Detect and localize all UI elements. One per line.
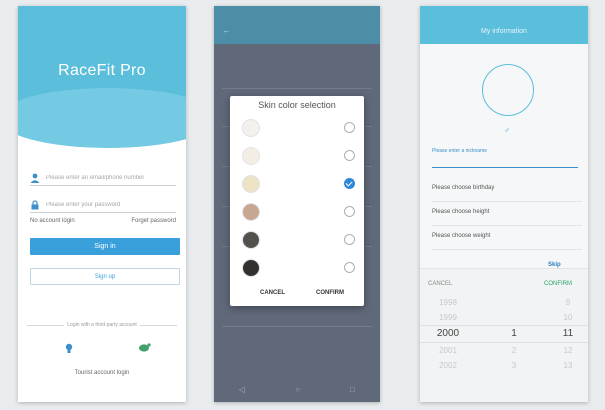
lock-icon <box>30 199 40 210</box>
picker-option[interactable]: 9 <box>548 295 588 310</box>
picker-option[interactable]: 2000 <box>428 325 468 343</box>
date-picker: CANCEL CONFIRM 1998 1999 2000 2001 2002 123 … <box>420 268 588 402</box>
back-arrow-icon[interactable]: ← <box>222 25 231 35</box>
skin-option-row[interactable] <box>230 170 364 198</box>
nav-recents-icon[interactable]: □ <box>350 385 355 394</box>
nav-back-icon[interactable]: ◁ <box>239 385 245 394</box>
picker-option[interactable] <box>494 310 534 325</box>
picker-option[interactable]: 12 <box>548 343 588 358</box>
picker-month-column[interactable]: 123 <box>494 295 534 373</box>
forget-password-link[interactable]: Forget password <box>131 218 176 224</box>
android-nav-bar: ◁ ○ □ <box>214 378 380 400</box>
weight-row[interactable]: Please choose weight <box>432 226 582 250</box>
picker-option[interactable]: 2002 <box>428 358 468 373</box>
skin-swatch <box>242 119 260 137</box>
picker-option[interactable]: 1999 <box>428 310 468 325</box>
skin-option-row[interactable] <box>230 226 364 254</box>
picker-option[interactable]: 10 <box>548 310 588 325</box>
nav-home-icon[interactable]: ○ <box>295 385 300 394</box>
account-input[interactable] <box>46 174 166 181</box>
radio-unchecked-icon[interactable] <box>344 262 355 273</box>
screen3-top-bar: My information <box>420 6 588 44</box>
picker-option[interactable]: 2 <box>494 343 534 358</box>
dialog-confirm-button[interactable]: CONFIRM <box>316 290 344 296</box>
third-party-divider: Login with a third-party account <box>24 322 180 328</box>
background-row-divider <box>222 326 372 327</box>
picker-option[interactable]: 11 <box>548 325 588 343</box>
wechat-icon[interactable] <box>62 342 76 356</box>
picker-day-column[interactable]: 9 10 11 12 13 <box>548 295 588 373</box>
picker-option[interactable]: 2001 <box>428 343 468 358</box>
hero-wave-decoration <box>18 88 186 148</box>
login-options-row: No account login Forget password <box>30 218 176 224</box>
third-party-label: Login with a third-party account <box>67 322 137 328</box>
radio-unchecked-icon[interactable] <box>344 234 355 245</box>
skin-color-dialog: Skin color selection CANCEL CONFIRM <box>230 96 364 306</box>
skip-button[interactable]: Skip <box>548 262 561 268</box>
divider-line-left <box>27 324 65 326</box>
nickname-label: Please enter a nickname <box>432 148 488 154</box>
picker-year-column[interactable]: 1998 1999 2000 2001 2002 <box>428 295 468 373</box>
avatar[interactable] <box>482 64 534 116</box>
tourist-login-link[interactable]: Tourist account login <box>18 370 186 376</box>
picker-option[interactable]: 3 <box>494 358 534 373</box>
skin-option-row[interactable] <box>230 198 364 226</box>
radio-unchecked-icon[interactable] <box>344 150 355 161</box>
account-field[interactable] <box>30 170 176 186</box>
picker-option[interactable]: 1998 <box>428 295 468 310</box>
picker-cancel-button[interactable]: CANCEL <box>428 281 452 287</box>
skin-swatch <box>242 147 260 165</box>
gender-icon[interactable]: ♂ <box>504 126 510 135</box>
skin-swatch <box>242 175 260 193</box>
status-bar <box>18 6 186 18</box>
picker-confirm-button[interactable]: CONFIRM <box>544 281 572 287</box>
divider-line-right <box>139 324 178 326</box>
password-input[interactable] <box>46 201 166 208</box>
radio-unchecked-icon[interactable] <box>344 122 355 133</box>
login-screen: RaceFit Pro No account login Forget pass… <box>18 6 186 402</box>
picker-option[interactable]: 1 <box>494 325 534 343</box>
user-icon <box>30 173 40 183</box>
skin-swatch <box>242 231 260 249</box>
picker-option[interactable] <box>494 295 534 310</box>
picker-option[interactable]: 13 <box>548 358 588 373</box>
weibo-icon[interactable] <box>138 342 152 356</box>
no-account-login-link[interactable]: No account login <box>30 218 75 224</box>
password-field[interactable] <box>30 197 176 213</box>
skin-option-row[interactable] <box>230 142 364 170</box>
user-info-screen: My information ♂ Please enter a nickname… <box>420 6 588 402</box>
height-row[interactable]: Please choose height <box>432 202 582 226</box>
dialog-cancel-button[interactable]: CANCEL <box>260 290 285 296</box>
sign-up-button[interactable]: Sign up <box>30 268 180 285</box>
screen3-title: My information <box>481 28 527 35</box>
skin-swatch <box>242 259 260 277</box>
background-row-divider <box>222 88 372 89</box>
sign-in-button[interactable]: Sign in <box>30 238 180 255</box>
skin-swatch <box>242 203 260 221</box>
radio-checked-icon[interactable] <box>344 178 355 189</box>
nickname-input[interactable] <box>432 156 578 168</box>
screen2-top-bar: ← <box>214 6 380 44</box>
dialog-title: Skin color selection <box>258 100 336 110</box>
app-title: RaceFit Pro <box>58 62 146 79</box>
skin-color-screen: ← ◁ ○ □ Skin color selection CANCEL CONF… <box>214 6 380 402</box>
birthday-row[interactable]: Please choose birthday <box>432 178 582 202</box>
skin-option-row[interactable] <box>230 114 364 142</box>
radio-unchecked-icon[interactable] <box>344 206 355 217</box>
skin-option-row[interactable] <box>230 254 364 282</box>
